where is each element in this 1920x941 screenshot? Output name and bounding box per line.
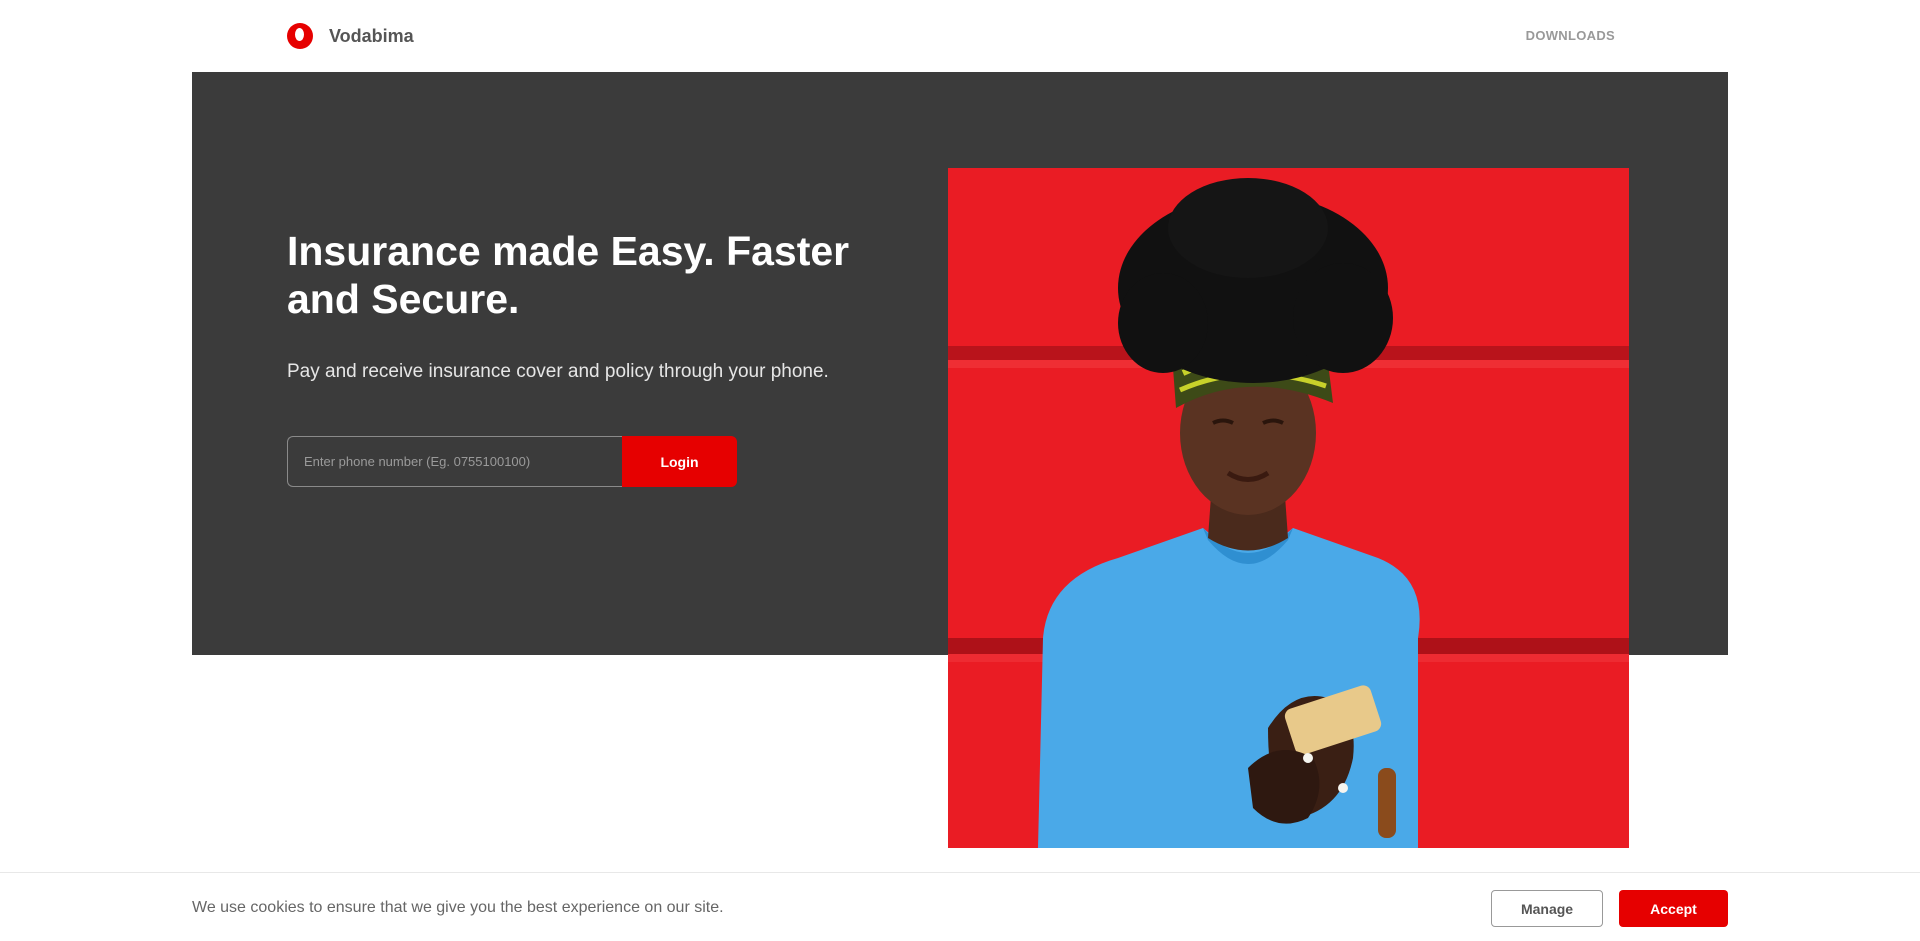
hero-title: Insurance made Easy. Faster and Secure. — [287, 228, 850, 322]
manage-cookies-button[interactable]: Manage — [1491, 890, 1603, 927]
hero-subtitle: Pay and receive insurance cover and poli… — [287, 361, 829, 382]
site-header: Vodabima DOWNLOADS — [0, 0, 1920, 72]
login-button[interactable]: Login — [622, 436, 737, 487]
vodafone-logo-icon — [287, 23, 313, 49]
login-form: Login — [287, 436, 737, 487]
hero-image — [948, 168, 1629, 848]
nav-downloads-link[interactable]: DOWNLOADS — [1526, 28, 1615, 43]
accept-cookies-button[interactable]: Accept — [1619, 890, 1728, 927]
cookie-consent-bar: We use cookies to ensure that we give yo… — [0, 872, 1920, 941]
cookie-message: We use cookies to ensure that we give yo… — [192, 899, 724, 916]
brand-name: Vodabima — [329, 25, 414, 46]
phone-number-input[interactable] — [287, 436, 622, 487]
brand[interactable]: Vodabima — [287, 22, 414, 50]
woman-with-phone-illustration — [948, 168, 1629, 848]
